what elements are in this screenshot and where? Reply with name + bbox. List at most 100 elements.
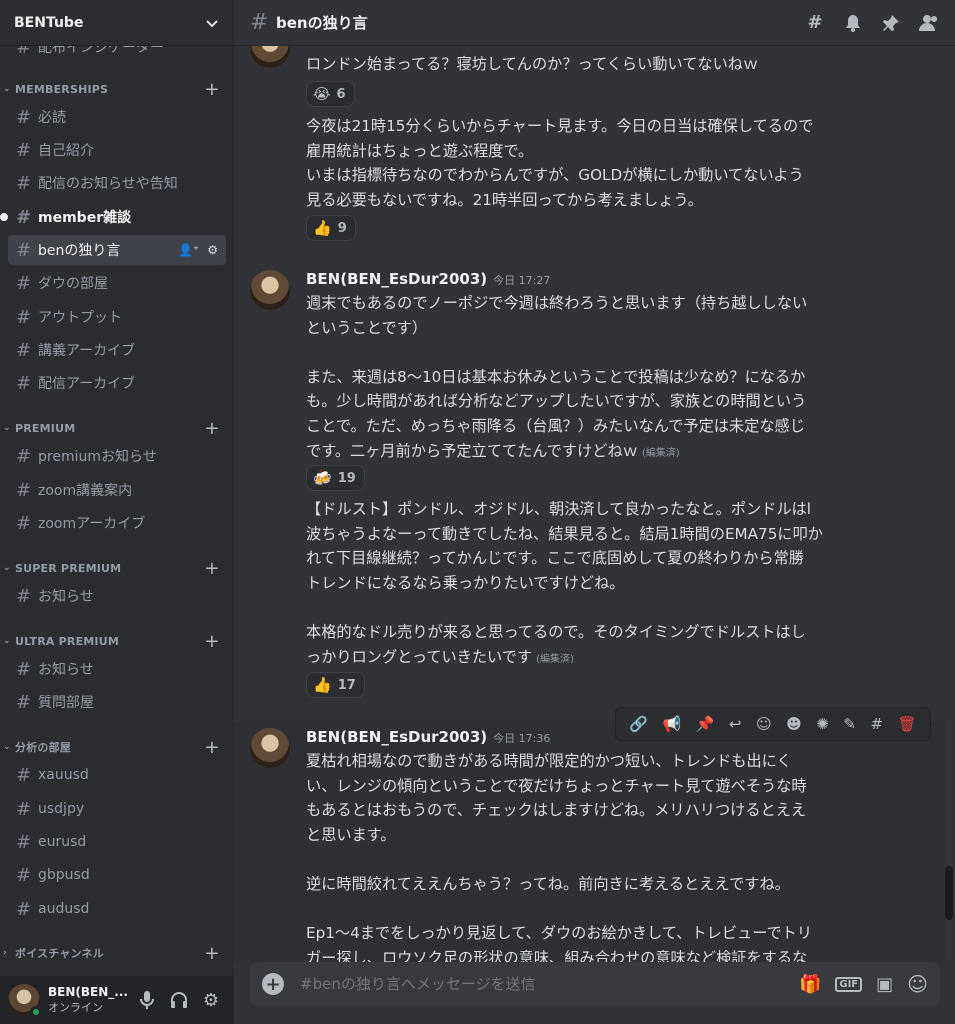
- message-line: 【ドルスト】ポンドル、オジドル、朝決済して良かったなと。ポンドルはl: [306, 500, 811, 518]
- channel-list: # 配布インジケーター ⌄ MEMBERSHIPS + # 必読 # 自己紹介 # 配…: [0, 46, 234, 976]
- sidebar-channel[interactable]: # お知らせ: [8, 581, 226, 611]
- settings-icon[interactable]: ⚙: [207, 243, 218, 257]
- link-icon[interactable]: 🔗: [629, 715, 648, 733]
- add-attachment-icon[interactable]: +: [262, 973, 284, 995]
- text-channel-icon: #: [16, 831, 32, 853]
- user-status: オンライン: [48, 1001, 103, 1014]
- reaction-chip[interactable]: 😭 6: [306, 81, 355, 107]
- scrollbar[interactable]: [945, 46, 953, 962]
- sidebar-channel[interactable]: # 自己紹介: [8, 135, 226, 165]
- sidebar-channel[interactable]: # ダウの部屋: [8, 268, 226, 298]
- super-reaction-icon[interactable]: ✺: [816, 715, 829, 733]
- category-super-premium[interactable]: ⌄ SUPER PREMIUM +: [0, 558, 234, 579]
- members-icon[interactable]: [919, 13, 939, 33]
- channel-sidebar: BENTube # 配布インジケーター ⌄ MEMBERSHIPS + # 必読 …: [0, 0, 234, 1024]
- sidebar-channel[interactable]: # 必読: [8, 102, 226, 132]
- category-analysis[interactable]: ⌄ 分析の部屋 +: [0, 737, 234, 758]
- sidebar-channel[interactable]: # zoomアーカイブ: [8, 508, 226, 538]
- sidebar-channel[interactable]: # 配信アーカイブ: [8, 368, 226, 398]
- edited-label: (編集済): [536, 653, 574, 665]
- avatar[interactable]: [8, 984, 42, 1018]
- reaction-chip[interactable]: 👍 9: [306, 215, 356, 241]
- message-timestamp: 今日 17:36: [493, 732, 551, 745]
- gif-icon[interactable]: GIF: [835, 976, 863, 992]
- threads-icon[interactable]: #: [805, 12, 825, 33]
- sidebar-channel[interactable]: # gbpusd: [8, 860, 226, 890]
- settings-gear-icon[interactable]: ⚙: [196, 985, 226, 1015]
- emoji-icon[interactable]: ☺: [756, 715, 772, 733]
- server-header[interactable]: BENTube: [0, 0, 234, 46]
- invite-icon[interactable]: 👤⁺: [178, 243, 199, 257]
- sidebar-channel-cut[interactable]: # 配布インジケーター: [8, 46, 226, 62]
- channel-name: zoomアーカイブ: [38, 516, 146, 532]
- user-info[interactable]: BEN(BEN_... オンライン: [48, 985, 132, 1015]
- caret-down-icon: ⌄: [3, 563, 11, 573]
- category-voice[interactable]: › ボイスチャンネル +: [0, 943, 234, 964]
- reaction-chip[interactable]: 🍻 19: [306, 465, 365, 491]
- discord-app: BENTube # 配布インジケーター ⌄ MEMBERSHIPS + # 必読 …: [0, 0, 955, 1024]
- add-channel-icon[interactable]: +: [202, 943, 222, 964]
- add-channel-icon[interactable]: +: [202, 558, 222, 579]
- message-input[interactable]: [300, 975, 799, 993]
- category-label: SUPER PREMIUM: [15, 561, 122, 575]
- sidebar-channel[interactable]: # 配信のお知らせや告知: [8, 168, 226, 198]
- sidebar-channel[interactable]: # audusd: [8, 894, 226, 924]
- reaction-emoji: 😭: [313, 85, 331, 103]
- message-line: 波ちゃうよなーって動きでしたね、結果見ると。結局1時間のEMA75に叩か: [306, 524, 823, 543]
- category-label: MEMBERSHIPS: [15, 82, 109, 96]
- sidebar-channel[interactable]: # usdjpy: [8, 794, 226, 824]
- sidebar-channel[interactable]: # お知らせ: [8, 654, 226, 684]
- reply-icon[interactable]: ↩: [729, 715, 742, 733]
- text-channel-icon: #: [16, 272, 32, 294]
- avatar[interactable]: [250, 46, 290, 68]
- sidebar-channel[interactable]: # 講義アーカイブ: [8, 335, 226, 365]
- message-line: 本格的なドル売りが来ると思ってるので。そのタイミングでドルストはし: [306, 622, 806, 641]
- message-text: 週末でもあるのでノーポジで今週は終わろうと思います（持ち越ししない ということで…: [306, 291, 896, 466]
- add-channel-icon[interactable]: +: [202, 737, 222, 758]
- sidebar-channel[interactable]: # アウトプット: [8, 302, 226, 332]
- edited-label: (編集済): [641, 447, 680, 459]
- channel-name: usdjpy: [38, 801, 85, 817]
- category-ultra-premium[interactable]: ⌄ ULTRA PREMIUM +: [0, 631, 234, 652]
- pin-icon[interactable]: [881, 13, 901, 33]
- avatar[interactable]: [250, 728, 290, 768]
- headphones-icon[interactable]: [164, 985, 194, 1015]
- channel-name: member雑談: [38, 210, 132, 226]
- announce-icon[interactable]: 📢: [662, 715, 681, 733]
- sidebar-channel-unread[interactable]: # member雑談: [0, 202, 226, 232]
- channel-name: お知らせ: [38, 662, 94, 678]
- message-line: と思います。: [306, 825, 396, 844]
- sidebar-channel[interactable]: # premiumお知らせ: [8, 441, 226, 471]
- sidebar-channel-active[interactable]: # benの独り言 👤⁺ ⚙: [8, 235, 226, 265]
- delete-icon[interactable]: 🗑: [898, 715, 917, 733]
- add-channel-icon[interactable]: +: [202, 418, 222, 439]
- bell-icon[interactable]: [843, 13, 863, 33]
- create-thread-icon[interactable]: #: [870, 715, 883, 733]
- microphone-icon[interactable]: [132, 985, 162, 1015]
- message-text: 今夜は21時15分くらいからチャート見ます。今日の日当は確保してるので 雇用統計…: [306, 114, 896, 212]
- reaction-chip[interactable]: 👍 17: [306, 672, 365, 698]
- channel-name: benの独り言: [38, 243, 121, 259]
- message-line-text: です。二ヶ月前から予定立ててたんですけどねｗ: [306, 441, 638, 460]
- add-channel-icon[interactable]: +: [202, 79, 222, 100]
- sidebar-channel[interactable]: # eurusd: [8, 827, 226, 857]
- avatar[interactable]: [250, 270, 290, 310]
- scrollbar-thumb[interactable]: [945, 866, 953, 920]
- sticker-icon[interactable]: ▣: [876, 974, 893, 995]
- pin-icon[interactable]: 📌: [696, 715, 715, 733]
- category-memberships[interactable]: ⌄ MEMBERSHIPS +: [0, 79, 234, 100]
- sidebar-channel[interactable]: # 質問部屋: [8, 687, 226, 717]
- text-channel-icon: #: [16, 691, 32, 713]
- sidebar-channel[interactable]: # zoom講義案内: [8, 475, 226, 505]
- sidebar-channel[interactable]: # xauusd: [8, 760, 226, 790]
- message-author[interactable]: BEN(BEN_EsDur2003) 今日 17:27: [306, 270, 550, 288]
- reaction-count: 9: [337, 220, 347, 236]
- gift-icon[interactable]: 🎁: [799, 974, 821, 995]
- category-premium[interactable]: ⌄ PREMIUM +: [0, 418, 234, 439]
- edit-icon[interactable]: ✎: [843, 715, 856, 733]
- add-channel-icon[interactable]: +: [202, 631, 222, 652]
- add-reaction-icon[interactable]: ☻: [786, 715, 802, 733]
- username: BEN(BEN_...: [48, 985, 128, 999]
- message-author[interactable]: BEN(BEN_EsDur2003) 今日 17:36: [306, 728, 550, 746]
- emoji-picker-icon[interactable]: ☺: [907, 972, 928, 996]
